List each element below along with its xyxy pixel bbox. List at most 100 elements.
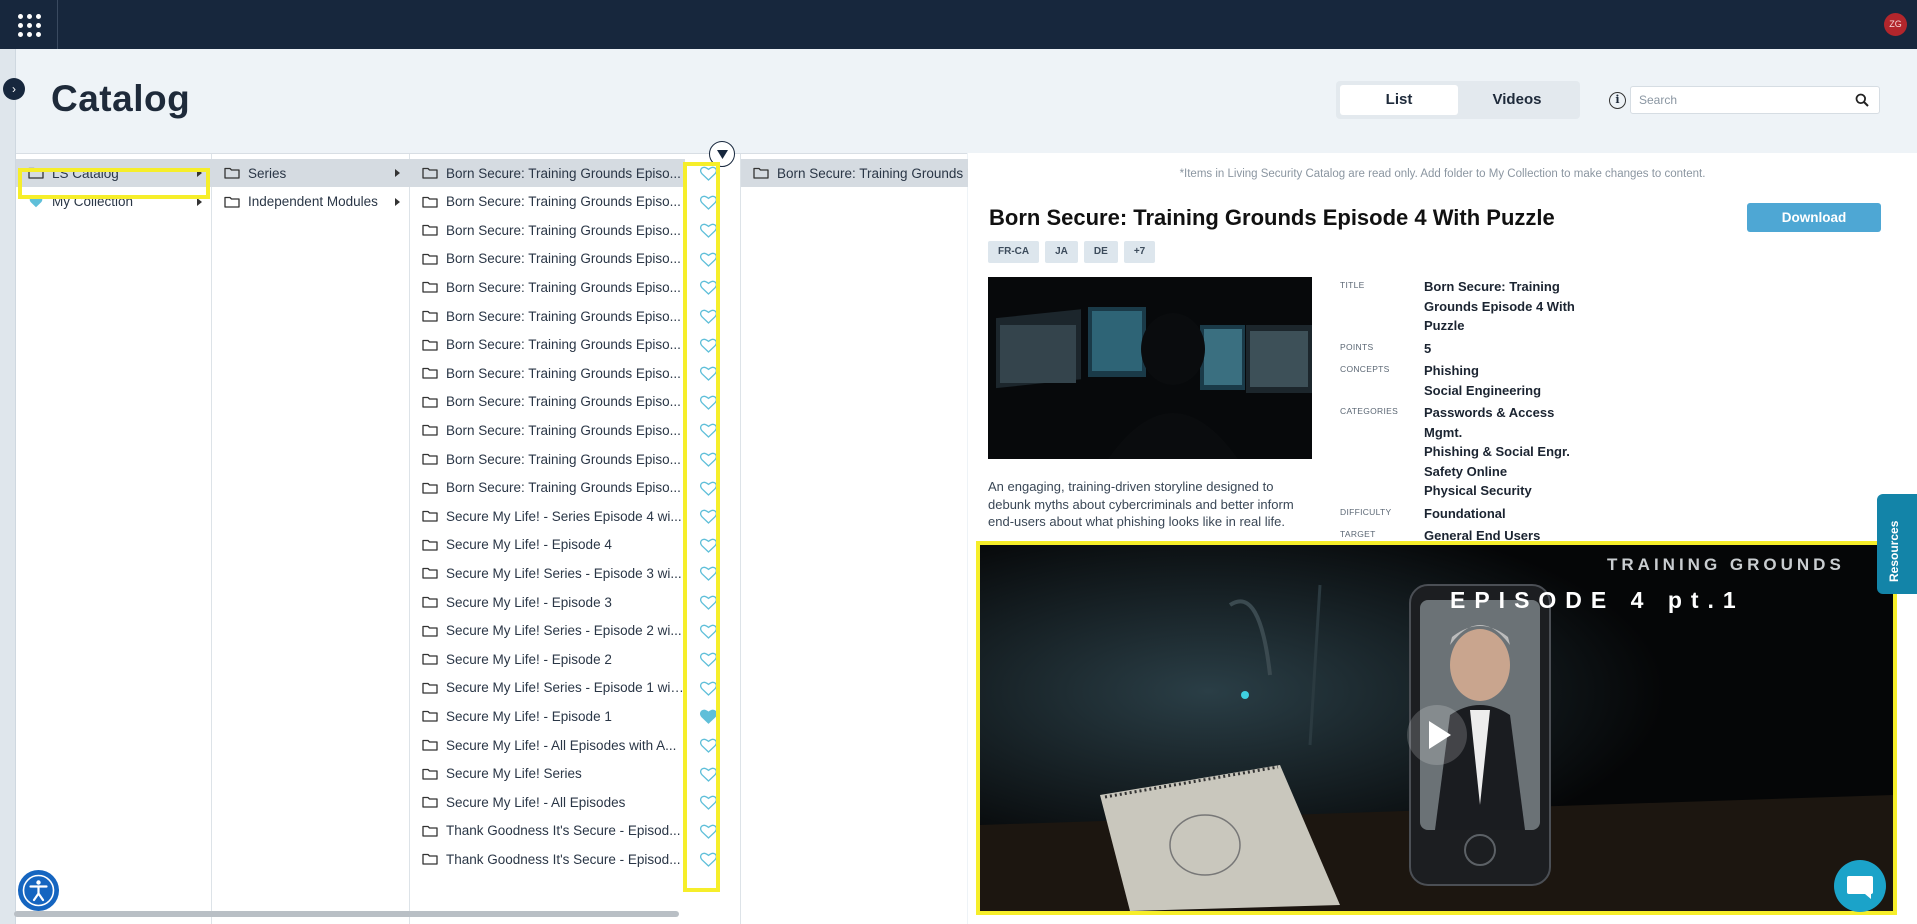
- heart-outline-icon[interactable]: [700, 852, 717, 868]
- catalog-item[interactable]: Secure My Life! - All Episodes: [410, 788, 685, 816]
- language-chip: FR-CA: [988, 241, 1040, 263]
- heart-filled-icon[interactable]: [700, 709, 717, 725]
- catalog-item[interactable]: Born Secure: Training Grounds Episo...: [410, 273, 685, 301]
- catalog-item[interactable]: Secure My Life! Series - Episode 2 wi...: [410, 617, 685, 645]
- catalog-item-label: Born Secure: Training Grounds Episo...: [446, 365, 681, 381]
- content-description: An engaging, training-driven storyline d…: [988, 479, 1294, 529]
- heart-outline-icon[interactable]: [700, 738, 717, 753]
- metadata-values: General End Users: [1424, 526, 1540, 546]
- heart-outline-icon[interactable]: [700, 795, 717, 811]
- catalog-item[interactable]: Secure My Life! - Episode 2: [410, 645, 685, 673]
- folder-icon: [422, 854, 438, 866]
- accessibility-button[interactable]: [18, 870, 59, 911]
- folder-icon: [422, 768, 438, 780]
- chevron-right-icon: [395, 169, 400, 177]
- heart-outline-icon[interactable]: [700, 824, 717, 839]
- catalog-item[interactable]: Born Secure: Training Grounds Episo...: [410, 302, 685, 330]
- catalog-item[interactable]: Born Secure: Training Grounds Episo...: [410, 245, 685, 273]
- catalog-item[interactable]: Born Secure: Training Grounds Episo...: [410, 331, 685, 359]
- catalog-item[interactable]: Secure My Life! Series - Episode 1 wit..…: [410, 674, 685, 702]
- heart-outline-icon[interactable]: [700, 652, 717, 668]
- heart-outline-icon[interactable]: [700, 681, 717, 696]
- metadata-values: Passwords & Access Mgmt. Phishing & Social…: [1424, 403, 1570, 501]
- catalog-item[interactable]: Secure My Life! - Episode 4: [410, 531, 685, 559]
- catalog-item[interactable]: Secure My Life! - All Episodes with A...: [410, 731, 685, 759]
- play-icon: [1429, 721, 1451, 749]
- child-item[interactable]: Born Secure: Training Grounds E: [741, 159, 973, 187]
- language-chip: JA: [1045, 241, 1078, 263]
- heart-outline-icon[interactable]: [700, 366, 717, 382]
- group-column: Series Independent Modules: [212, 154, 410, 924]
- filter-button[interactable]: [709, 141, 735, 167]
- info-icon[interactable]: i: [1609, 92, 1626, 109]
- heart-outline-icon[interactable]: [700, 338, 717, 353]
- heart-outline-icon[interactable]: [700, 223, 717, 239]
- user-avatar[interactable]: ZG: [1884, 13, 1907, 36]
- catalog-item-label: Secure My Life! - Episode 3: [446, 594, 612, 610]
- resources-tab[interactable]: Resources: [1877, 494, 1917, 594]
- catalog-item-label: Secure My Life! - Episode 2: [446, 651, 612, 667]
- catalog-item[interactable]: Born Secure: Training Grounds Episo...: [410, 474, 685, 502]
- download-button[interactable]: Download: [1747, 203, 1881, 232]
- heart-outline-icon[interactable]: [700, 767, 717, 782]
- heart-outline-icon[interactable]: [700, 595, 717, 610]
- catalog-item[interactable]: Born Secure: Training Grounds Episo...: [410, 188, 685, 216]
- page-title: Catalog: [51, 78, 191, 119]
- catalog-item[interactable]: Secure My Life! - Episode 3: [410, 588, 685, 616]
- search-input[interactable]: [1631, 87, 1841, 113]
- catalog-item[interactable]: Born Secure: Training Grounds Episo...: [410, 388, 685, 416]
- catalog-browser: LS Catalog My Collection Series Independen…: [16, 153, 974, 924]
- heart-outline-icon[interactable]: [700, 423, 717, 439]
- heart-outline-icon[interactable]: [700, 252, 717, 267]
- heart-outline-icon[interactable]: [700, 309, 717, 324]
- item-column: Born Secure: Training Grounds Episo... Bo…: [410, 154, 741, 924]
- heart-outline-icon[interactable]: [700, 395, 717, 410]
- catalog-item[interactable]: Thank Goodness It's Secure - Episod...: [410, 817, 685, 845]
- metadata-key: TARGET: [1340, 529, 1376, 539]
- root-item[interactable]: LS Catalog: [16, 159, 212, 187]
- apps-grid-icon[interactable]: [16, 12, 42, 38]
- metadata-value: Foundational: [1424, 505, 1506, 521]
- list-view-button[interactable]: List: [1340, 85, 1458, 115]
- heart-outline-icon[interactable]: [700, 452, 717, 467]
- horizontal-scrollbar[interactable]: [14, 911, 679, 917]
- catalog-item[interactable]: Secure My Life! Series - Episode 3 wi...: [410, 559, 685, 587]
- language-chip[interactable]: +7: [1123, 241, 1156, 263]
- catalog-item[interactable]: Born Secure: Training Grounds Episo...: [410, 359, 685, 387]
- heart-outline-icon[interactable]: [700, 509, 717, 525]
- heart-outline-icon[interactable]: [700, 195, 717, 210]
- folder-icon: [28, 167, 44, 179]
- catalog-item[interactable]: Born Secure: Training Grounds Episo...: [410, 216, 685, 244]
- search-icon[interactable]: [1855, 93, 1869, 107]
- heart-outline-icon[interactable]: [700, 538, 717, 553]
- metadata-row: TARGET General End Users: [1340, 526, 1610, 546]
- catalog-item[interactable]: Born Secure: Training Grounds Episo...: [410, 416, 685, 444]
- folder-icon: [422, 682, 438, 694]
- heart-outline-icon[interactable]: [700, 566, 717, 582]
- root-item[interactable]: My Collection: [16, 188, 212, 216]
- heart-outline-icon[interactable]: [700, 624, 717, 639]
- metadata-values: Born Secure: Training Grounds Episode 4 W…: [1424, 277, 1575, 336]
- filter-icon: [717, 150, 728, 159]
- catalog-item[interactable]: Secure My Life! - Series Episode 4 wi...: [410, 502, 685, 530]
- metadata-row: POINTS 5: [1340, 339, 1610, 359]
- metadata-values: Phishing Social Engineering: [1424, 361, 1541, 400]
- videos-view-button[interactable]: Videos: [1458, 85, 1576, 115]
- folder-icon: [422, 225, 438, 236]
- catalog-item[interactable]: Secure My Life! Series: [410, 760, 685, 788]
- group-item[interactable]: Series: [212, 159, 410, 187]
- catalog-item[interactable]: Secure My Life! - Episode 1: [410, 702, 685, 730]
- catalog-item[interactable]: Born Secure: Training Grounds Episo...: [410, 445, 685, 473]
- chat-button[interactable]: [1834, 860, 1886, 912]
- catalog-item[interactable]: Thank Goodness It's Secure - Episod...: [410, 845, 685, 873]
- video-player[interactable]: TRAINING GROUNDS EPISODE 4 pt.1: [980, 545, 1893, 911]
- heart-outline-icon[interactable]: [700, 166, 717, 181]
- heart-outline-icon[interactable]: [700, 280, 717, 296]
- heart-outline-icon[interactable]: [700, 481, 717, 496]
- group-item[interactable]: Independent Modules: [212, 188, 410, 216]
- folder-icon: [422, 568, 438, 580]
- expand-sidebar-button[interactable]: ›: [3, 78, 25, 100]
- play-button[interactable]: [1407, 705, 1467, 765]
- catalog-item[interactable]: Born Secure: Training Grounds Episo...: [410, 159, 685, 187]
- metadata-value: Mgmt.: [1424, 424, 1463, 440]
